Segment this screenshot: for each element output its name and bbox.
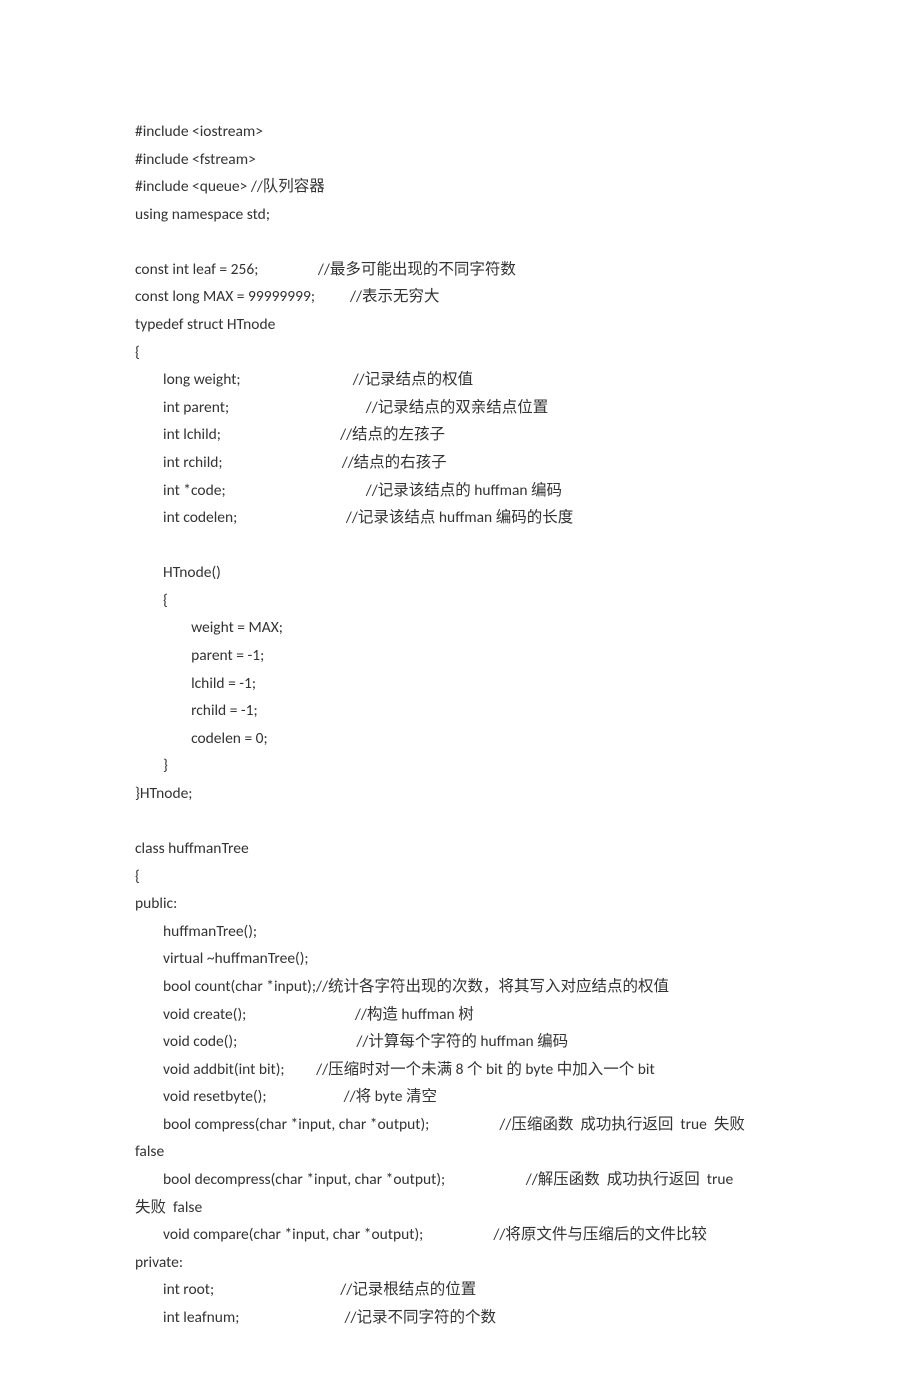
code-line: int lchild; //结点的左孩子 xyxy=(135,421,790,449)
code-line xyxy=(135,228,790,256)
code-line: const long MAX = 99999999; //表示无穷大 xyxy=(135,283,790,311)
code-line: #include <iostream> xyxy=(135,118,790,146)
code-line: void addbit(int bit); //压缩时对一个未满 8 个 bit… xyxy=(135,1056,790,1084)
code-line: int root; //记录根结点的位置 xyxy=(135,1276,790,1304)
code-line: public: xyxy=(135,890,790,918)
code-line: class huffmanTree xyxy=(135,835,790,863)
code-line: }HTnode; xyxy=(135,780,790,808)
document-page: #include <iostream>#include <fstream>#in… xyxy=(0,0,920,1391)
code-line: void resetbyte(); //将 byte 清空 xyxy=(135,1083,790,1111)
code-line: int leafnum; //记录不同字符的个数 xyxy=(135,1304,790,1332)
code-line: codelen = 0; xyxy=(135,725,790,753)
code-line: lchild = -1; xyxy=(135,670,790,698)
code-line: int *code; //记录该结点的 huffman 编码 xyxy=(135,477,790,505)
code-line: const int leaf = 256; //最多可能出现的不同字符数 xyxy=(135,256,790,284)
code-line: rchild = -1; xyxy=(135,697,790,725)
code-line: { xyxy=(135,863,790,891)
code-line: { xyxy=(135,587,790,615)
code-line: int codelen; //记录该结点 huffman 编码的长度 xyxy=(135,504,790,532)
code-line: HTnode() xyxy=(135,559,790,587)
code-line: void code(); //计算每个字符的 huffman 编码 xyxy=(135,1028,790,1056)
code-line: using namespace std; xyxy=(135,201,790,229)
code-line: { xyxy=(135,339,790,367)
code-line: #include <queue> //队列容器 xyxy=(135,173,790,201)
code-line: bool count(char *input);//统计各字符出现的次数，将其写… xyxy=(135,973,790,1001)
code-line: 失败 false xyxy=(135,1194,790,1222)
code-line: typedef struct HTnode xyxy=(135,311,790,339)
code-line: private: xyxy=(135,1249,790,1277)
code-line: } xyxy=(135,752,790,780)
code-line: bool compress(char *input, char *output)… xyxy=(135,1111,790,1139)
code-line: parent = -1; xyxy=(135,642,790,670)
code-content: #include <iostream>#include <fstream>#in… xyxy=(135,118,790,1331)
code-line: int rchild; //结点的右孩子 xyxy=(135,449,790,477)
code-line: void create(); //构造 huffman 树 xyxy=(135,1001,790,1029)
code-line: false xyxy=(135,1138,790,1166)
code-line: virtual ~huffmanTree(); xyxy=(135,945,790,973)
code-line: long weight; //记录结点的权值 xyxy=(135,366,790,394)
code-line: #include <fstream> xyxy=(135,146,790,174)
code-line xyxy=(135,532,790,560)
code-line: void compare(char *input, char *output);… xyxy=(135,1221,790,1249)
code-line: bool decompress(char *input, char *outpu… xyxy=(135,1166,790,1194)
code-line xyxy=(135,807,790,835)
code-line: weight = MAX; xyxy=(135,614,790,642)
code-line: int parent; //记录结点的双亲结点位置 xyxy=(135,394,790,422)
code-line: huffmanTree(); xyxy=(135,918,790,946)
